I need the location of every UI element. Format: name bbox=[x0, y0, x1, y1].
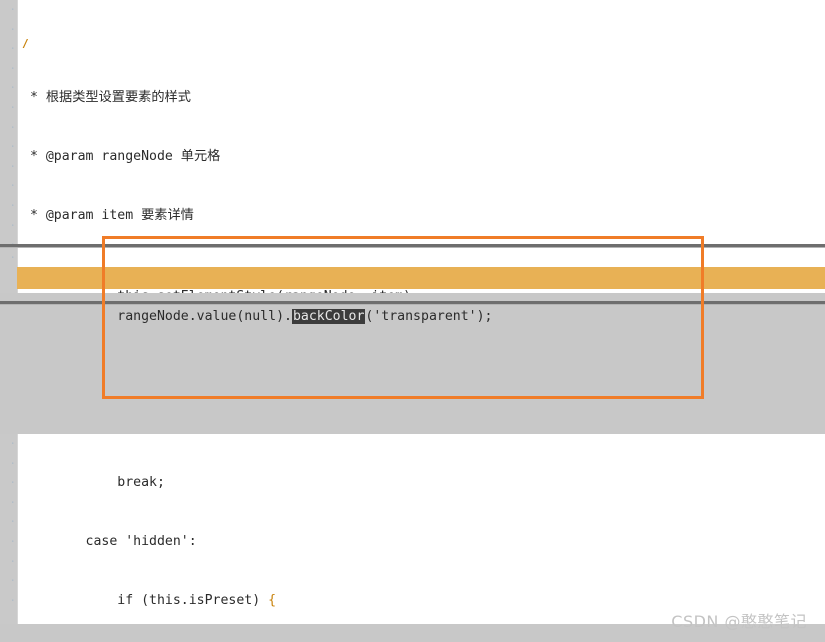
current-line-gutter bbox=[0, 267, 17, 289]
code-text-top[interactable]: / * 根据类型设置要素的样式 * @param rangeNode 单元格 *… bbox=[22, 0, 532, 246]
current-line-highlight: rangeNode.value(null).backColor('transpa… bbox=[0, 267, 825, 325]
code-line: if (this.isPreset) { bbox=[22, 592, 277, 608]
separator-rule-top bbox=[0, 244, 825, 247]
line-number-gutter-top[interactable]: ·············· bbox=[0, 0, 18, 246]
code-line: break; bbox=[22, 475, 165, 491]
code-text-current-line[interactable]: rangeNode.value(null).backColor('transpa… bbox=[22, 268, 492, 366]
watermark-text: CSDN @憨憨笔记 bbox=[671, 612, 807, 631]
code-line: case 'hidden': bbox=[22, 533, 197, 549]
highlighted-token-backcolor: backColor bbox=[291, 309, 366, 325]
line-number-gutter-bottom[interactable]: · · · · · · · · · bbox=[0, 434, 18, 624]
code-pane-bottom[interactable]: · · · · · · · · · break; case 'hidden': if (this… bbox=[0, 434, 825, 624]
gutter-marks-bottom: · · · · · · · · · bbox=[9, 437, 16, 607]
code-line: rangeNode.value(null).backColor('transpa… bbox=[22, 309, 493, 325]
code-line: * @param rangeNode 单元格 bbox=[22, 149, 221, 165]
code-line: * @param item 要素详情 bbox=[22, 207, 194, 223]
separator-rule-bottom bbox=[0, 301, 825, 304]
code-screenshot: ·············· / * 根据类型设置要素的样式 * @param … bbox=[0, 0, 825, 642]
code-line: * 根据类型设置要素的样式 bbox=[22, 90, 191, 106]
code-line: / bbox=[22, 39, 30, 50]
gutter-marks-top: ·············· bbox=[9, 3, 16, 246]
code-text-bottom[interactable]: break; case 'hidden': if (this.isPreset)… bbox=[22, 434, 492, 624]
code-pane-top[interactable]: ·············· / * 根据类型设置要素的样式 * @param … bbox=[0, 0, 825, 246]
